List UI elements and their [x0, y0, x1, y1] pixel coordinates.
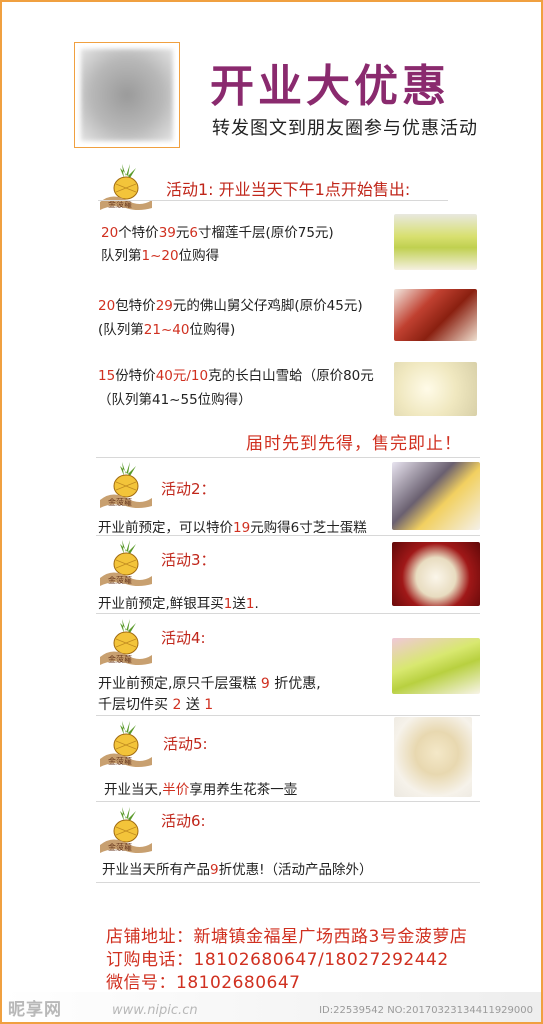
watermark-id: ID:22539542 NO:20170323134411929000 [319, 1005, 533, 1016]
crepe-cake-slice-image [392, 638, 480, 694]
snow-frog-image [394, 362, 477, 416]
pineapple-mascot-icon: 金菠蘿 [98, 719, 154, 769]
activity-2-text: 开业前预定，可以特价19元购得6寸芝士蛋糕 [98, 520, 367, 536]
pineapple-mascot-icon: 金菠蘿 [98, 617, 154, 667]
activity-3-heading: 活动3： [161, 551, 216, 569]
pineapple-mascot-icon: 金菠蘿 [98, 460, 154, 510]
store-address: 店铺地址：新塘镇金福星广场西路3号金菠萝店 [106, 927, 468, 947]
svg-text:金菠蘿: 金菠蘿 [108, 842, 132, 852]
chicken-feet-image [394, 289, 477, 341]
divider [96, 882, 480, 883]
activity-5-text: 开业当天,半价享用养生花茶一壶 [104, 782, 298, 798]
activity-1-item-3-line-1: 15份特价40元/10克的长白山雪蛤（原价80元 [98, 368, 374, 384]
activity-2-heading: 活动2： [161, 480, 216, 498]
activity-6-text: 开业当天所有产品9折优惠!（活动产品除外） [102, 862, 373, 878]
activity-3-text: 开业前预定,鲜银耳买1送1. [98, 596, 259, 612]
divider [96, 801, 480, 802]
activity-4-heading: 活动4: [161, 629, 206, 647]
activity-1-item-2-line-1: 20包特价29元的佛山舅父仔鸡脚(原价45元) [98, 298, 363, 314]
activity-1-heading: 活动1: 开业当天下午1点开始售出: [166, 180, 411, 199]
pineapple-mascot-icon: 金菠蘿 [98, 538, 154, 588]
blurred-logo [81, 49, 173, 141]
activity-1-item-3-line-2: （队列第41~55位购得） [98, 392, 252, 408]
poster: 开业大优惠 转发图文到朋友圈参与优惠活动 金菠蘿 活动1: 开业当天下午1点开始… [0, 0, 543, 1024]
page-subtitle: 转发图文到朋友圈参与优惠活动 [212, 118, 478, 139]
first-come-notice: 届时先到先得，售完即止！ [246, 434, 462, 454]
activity-4-text-line-1: 开业前预定,原只千层蛋糕 9 折优惠, [98, 676, 321, 692]
pineapple-mascot-icon: 金菠蘿 [98, 162, 154, 212]
cheese-cake-image [392, 462, 480, 530]
durian-crepe-cake-image [394, 214, 477, 270]
activity-1-item-1-line-2: 队列第1~20位购得 [101, 248, 220, 264]
flower-tea-image [394, 717, 472, 797]
watermark-logo: 昵享网 [8, 1000, 62, 1020]
svg-text:金菠蘿: 金菠蘿 [108, 654, 132, 664]
svg-text:金菠蘿: 金菠蘿 [108, 756, 132, 766]
wechat-id: 微信号：18102680647 [106, 973, 301, 993]
activity-4-text-line-2: 千层切件买 2 送 1 [98, 697, 214, 713]
divider [96, 613, 480, 614]
store-logo-placeholder [74, 42, 180, 148]
svg-text:金菠蘿: 金菠蘿 [108, 497, 132, 507]
pineapple-mascot-icon: 金菠蘿 [98, 805, 154, 855]
watermark-url: www.nipic.cn [112, 1003, 198, 1018]
divider [96, 715, 480, 716]
activity-5-heading: 活动5: [163, 735, 208, 753]
activity-6-heading: 活动6: [161, 812, 206, 830]
divider [96, 535, 480, 536]
activity-1-item-1-line-1: 20个特价39元6寸榴莲千层(原价75元) [101, 225, 334, 241]
svg-text:金菠蘿: 金菠蘿 [108, 575, 132, 585]
page-title: 开业大优惠 [210, 61, 450, 112]
activity-1-item-2-line-2: (队列第21~40位购得) [98, 322, 236, 338]
divider [96, 457, 480, 458]
divider [98, 200, 448, 201]
order-phone: 订购电话：18102680647/18027292442 [106, 950, 449, 970]
white-fungus-image [392, 542, 480, 606]
